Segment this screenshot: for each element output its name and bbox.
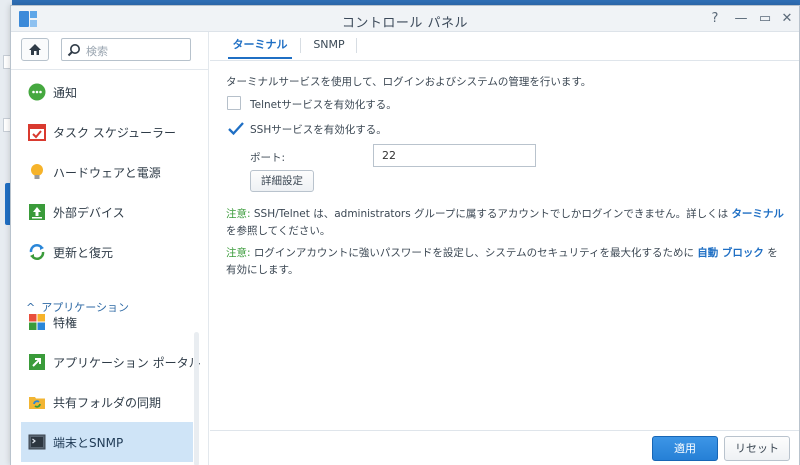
sidebar: 検索 通知 タスク スケジューラー ハードウェアと電源 外部デバイス 更新と復元…	[11, 32, 209, 465]
search-placeholder: 検索	[86, 45, 108, 58]
sidebar-item-update-restore[interactable]: 更新と復元	[21, 232, 193, 272]
note-prefix: 注意:	[226, 208, 251, 220]
footer-divider	[210, 430, 799, 431]
sidebar-item-privileges[interactable]: 特権	[21, 302, 193, 342]
control-panel-window: コントロール パネル ? — ▭ ✕ 検索 通知 タスク スケジューラー ハード…	[10, 5, 800, 465]
sidebar-item-notification[interactable]: 通知	[21, 72, 193, 112]
reset-button[interactable]: リセット	[724, 436, 790, 461]
privileges-icon	[29, 314, 45, 330]
sidebar-item-label: ハードウェアと電源	[53, 166, 161, 180]
note-ssh-telnet: 注意: SSH/Telnet は、administrators グループに属する…	[226, 206, 788, 240]
sidebar-item-label: 外部デバイス	[53, 206, 125, 220]
sidebar-item-label: アプリケーション ポータル	[53, 356, 201, 370]
sidebar-item-application-portal[interactable]: アプリケーション ポータル	[21, 342, 201, 382]
search-field[interactable]: 検索	[61, 38, 191, 61]
advanced-settings-button[interactable]: 詳細設定	[250, 170, 314, 192]
application-portal-icon	[29, 354, 45, 370]
note-text: を参照してください。	[226, 225, 331, 237]
port-input[interactable]: 22	[373, 144, 536, 167]
telnet-checkbox-label[interactable]: Telnetサービスを有効化する。	[250, 97, 397, 112]
ssh-checkbox[interactable]	[227, 121, 245, 137]
tab-separator	[300, 38, 301, 53]
sidebar-item-shared-folder-sync[interactable]: 共有フォルダの同期	[21, 382, 193, 422]
terminal-link[interactable]: ターミナル	[731, 208, 784, 220]
port-label: ポート:	[250, 152, 286, 164]
sidebar-item-label: 通知	[53, 86, 78, 100]
title-bar[interactable]: コントロール パネル ? — ▭ ✕	[11, 6, 799, 32]
help-button[interactable]: ?	[705, 10, 725, 28]
apply-button[interactable]: 適用	[652, 436, 718, 461]
maximize-button[interactable]: ▭	[755, 10, 775, 28]
tab-snmp[interactable]: SNMP	[304, 32, 354, 59]
window-title: コントロール パネル	[341, 16, 469, 31]
terminal-snmp-icon	[28, 434, 46, 450]
notification-icon	[28, 83, 46, 101]
external-devices-icon	[29, 204, 45, 220]
main-panel: ターミナル SNMP ターミナルサービスを使用して、ログインおよびシステムの管理…	[210, 32, 799, 465]
shared-folder-sync-icon	[29, 397, 45, 409]
sidebar-item-label: 共有フォルダの同期	[53, 396, 162, 410]
note-text: SSH/Telnet は、administrators グループに属するアカウン…	[250, 208, 732, 220]
tab-underline	[210, 60, 799, 61]
sidebar-item-label: タスク スケジューラー	[53, 126, 176, 140]
divider	[11, 69, 209, 70]
auto-block-link[interactable]: 自動 ブロック	[697, 247, 764, 259]
sidebar-scrollbar[interactable]	[194, 332, 199, 465]
sidebar-item-external-devices[interactable]: 外部デバイス	[21, 192, 193, 232]
tab-separator	[356, 38, 357, 53]
minimize-button[interactable]: —	[731, 10, 751, 28]
home-button[interactable]	[21, 38, 49, 61]
close-button[interactable]: ✕	[777, 10, 797, 28]
ssh-checkbox-label[interactable]: SSHサービスを有効化する。	[250, 122, 387, 137]
note-prefix: 注意:	[226, 247, 251, 259]
telnet-checkbox[interactable]	[227, 96, 241, 110]
search-icon	[67, 44, 80, 57]
task-scheduler-icon	[28, 124, 46, 141]
description-text: ターミナルサービスを使用して、ログインおよびシステムの管理を行います。	[226, 76, 592, 88]
sidebar-item-task-scheduler[interactable]: タスク スケジューラー	[21, 112, 193, 152]
home-icon	[29, 44, 41, 55]
hardware-power-icon	[31, 164, 43, 179]
sidebar-item-label: 端末とSNMP	[53, 436, 124, 450]
sidebar-item-label: 特権	[53, 316, 78, 330]
sidebar-item-hardware-power[interactable]: ハードウェアと電源	[21, 152, 193, 192]
sidebar-item-label: 更新と復元	[53, 246, 114, 260]
update-restore-icon	[29, 244, 45, 260]
tab-terminal[interactable]: ターミナル	[228, 32, 292, 59]
note-text: ログインアカウントに強いパスワードを設定し、システムのセキュリティを最大化するた…	[250, 247, 698, 259]
sidebar-item-terminal-snmp[interactable]: 端末とSNMP	[21, 422, 193, 462]
note-auto-block: 注意: ログインアカウントに強いパスワードを設定し、システムのセキュリティを最大…	[226, 245, 788, 279]
